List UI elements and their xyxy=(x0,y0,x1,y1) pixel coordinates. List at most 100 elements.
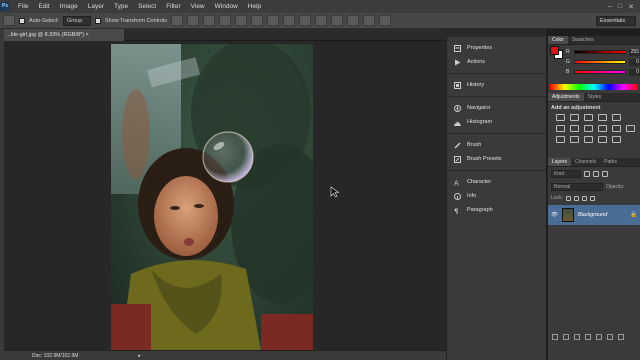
filter-adjustment-icon[interactable] xyxy=(593,171,599,177)
layer-kind-filter[interactable]: Kind xyxy=(551,170,581,178)
auto-align-icon[interactable] xyxy=(363,15,376,26)
auto-select-dropdown[interactable]: Group xyxy=(62,15,91,26)
threshold-icon[interactable] xyxy=(584,136,593,143)
filter-pixel-icon[interactable] xyxy=(584,171,590,177)
tab-swatches[interactable]: Swatches xyxy=(568,36,598,44)
align-bottom-icon[interactable] xyxy=(203,15,216,26)
gradient-map-icon[interactable] xyxy=(598,136,607,143)
dock-header[interactable] xyxy=(447,29,546,37)
red-value-field[interactable]: 255 xyxy=(628,48,640,56)
black-white-icon[interactable] xyxy=(584,125,593,132)
dock-item-actions[interactable]: Actions xyxy=(447,55,546,69)
distribute-bottom-icon[interactable] xyxy=(299,15,312,26)
tab-channels[interactable]: Channels xyxy=(571,158,600,166)
invert-icon[interactable] xyxy=(556,136,565,143)
align-center-icon[interactable] xyxy=(235,15,248,26)
dock-item-history[interactable]: History xyxy=(447,78,546,92)
selective-color-icon[interactable] xyxy=(612,136,621,143)
exposure-icon[interactable] xyxy=(598,114,607,121)
distribute-right-icon[interactable] xyxy=(347,15,360,26)
color-lookup-icon[interactable] xyxy=(626,125,635,132)
foreground-color-swatch[interactable] xyxy=(550,46,559,55)
add-layer-style-icon[interactable] xyxy=(563,334,569,340)
tab-adjustments[interactable]: Adjustments xyxy=(548,93,584,101)
new-adjustment-layer-icon[interactable] xyxy=(585,334,591,340)
menu-view[interactable]: View xyxy=(186,3,210,10)
navigator-icon xyxy=(454,104,461,112)
distribute-top-icon[interactable] xyxy=(267,15,280,26)
brightness-contrast-icon[interactable] xyxy=(556,114,565,121)
minimize-button[interactable]: – xyxy=(608,3,612,11)
dock-item-brush[interactable]: Brush xyxy=(447,138,546,152)
dock-item-histogram[interactable]: Histogram xyxy=(447,115,546,129)
menu-file[interactable]: File xyxy=(13,3,33,10)
dock-item-character[interactable]: A Character xyxy=(447,175,546,189)
color-spectrum-ramp[interactable] xyxy=(550,84,638,90)
document-tab[interactable]: ...ble-girl.jpg @ 8.33% (RGB/8*) × xyxy=(4,29,124,41)
layer-row-background[interactable]: 👁 Background 🔒 xyxy=(548,205,640,225)
workspace-switcher[interactable]: Essentials xyxy=(596,16,636,26)
menu-layer[interactable]: Layer xyxy=(83,3,109,10)
menu-type[interactable]: Type xyxy=(109,3,133,10)
lock-transparent-icon[interactable] xyxy=(565,195,571,201)
lock-image-icon[interactable] xyxy=(573,195,579,201)
levels-icon[interactable] xyxy=(570,114,579,121)
menu-image[interactable]: Image xyxy=(55,3,83,10)
maximize-button[interactable]: □ xyxy=(618,3,622,11)
tab-styles[interactable]: Styles xyxy=(584,93,606,101)
distribute-left-icon[interactable] xyxy=(315,15,328,26)
photo-filter-icon[interactable] xyxy=(598,125,607,132)
blue-slider[interactable]: B 0 xyxy=(548,67,640,77)
show-transform-checkbox[interactable] xyxy=(94,17,101,24)
red-slider-bar[interactable] xyxy=(573,50,626,54)
blue-value-field[interactable]: 0 xyxy=(628,68,640,76)
menu-window[interactable]: Window xyxy=(210,3,243,10)
3d-mode-icon[interactable] xyxy=(379,15,392,26)
menu-edit[interactable]: Edit xyxy=(33,3,54,10)
align-middle-icon[interactable] xyxy=(187,15,200,26)
blue-slider-bar[interactable] xyxy=(573,70,626,74)
dock-item-paragraph[interactable]: ¶ Paragraph xyxy=(447,203,546,217)
green-value-field[interactable]: 0 xyxy=(628,58,640,66)
align-right-icon[interactable] xyxy=(251,15,264,26)
delete-layer-icon[interactable] xyxy=(618,334,624,340)
close-window-button[interactable]: ✕ xyxy=(628,3,634,11)
lock-position-icon[interactable] xyxy=(581,195,587,201)
distribute-center-icon[interactable] xyxy=(331,15,344,26)
dock-item-navigator[interactable]: Navigator xyxy=(447,101,546,115)
move-tool-preset-icon[interactable] xyxy=(3,15,15,26)
blend-mode-dropdown[interactable]: Normal xyxy=(551,183,603,191)
tab-color[interactable]: Color xyxy=(548,36,568,44)
color-panel: R 255 G 0 B 0 xyxy=(548,45,640,81)
tab-paths[interactable]: Paths xyxy=(600,158,621,166)
distribute-middle-icon[interactable] xyxy=(283,15,296,26)
hue-saturation-icon[interactable] xyxy=(556,125,565,132)
tab-layers[interactable]: Layers xyxy=(548,158,572,166)
lock-all-icon[interactable] xyxy=(589,195,595,201)
align-top-icon[interactable] xyxy=(171,15,184,26)
link-layers-icon[interactable] xyxy=(552,334,558,340)
posterize-icon[interactable] xyxy=(570,136,579,143)
add-mask-icon[interactable] xyxy=(574,334,580,340)
layer-visibility-eye-icon[interactable]: 👁 xyxy=(551,212,558,218)
dock-item-brush-presets[interactable]: Brush Presets xyxy=(447,152,546,166)
channel-mixer-icon[interactable] xyxy=(612,125,621,132)
color-balance-icon[interactable] xyxy=(570,125,579,132)
status-menu-arrow[interactable]: ▸ xyxy=(138,353,141,359)
curves-icon[interactable] xyxy=(584,114,593,121)
new-group-icon[interactable] xyxy=(596,334,602,340)
menu-filter[interactable]: Filter xyxy=(161,3,185,10)
dock-item-properties[interactable]: Properties xyxy=(447,41,546,55)
align-left-icon[interactable] xyxy=(219,15,232,26)
auto-select-checkbox[interactable] xyxy=(19,17,25,24)
dock-item-info[interactable]: Info xyxy=(447,189,546,203)
filter-type-icon[interactable] xyxy=(602,171,608,177)
green-slider-bar[interactable] xyxy=(573,60,626,64)
grid-spacer xyxy=(626,114,635,121)
vibrance-icon[interactable] xyxy=(612,114,621,121)
new-layer-icon[interactable] xyxy=(607,334,613,340)
menu-help[interactable]: Help xyxy=(243,3,266,10)
menu-select[interactable]: Select xyxy=(133,3,161,10)
document-image[interactable] xyxy=(111,44,313,350)
layer-name[interactable]: Background xyxy=(578,212,607,218)
